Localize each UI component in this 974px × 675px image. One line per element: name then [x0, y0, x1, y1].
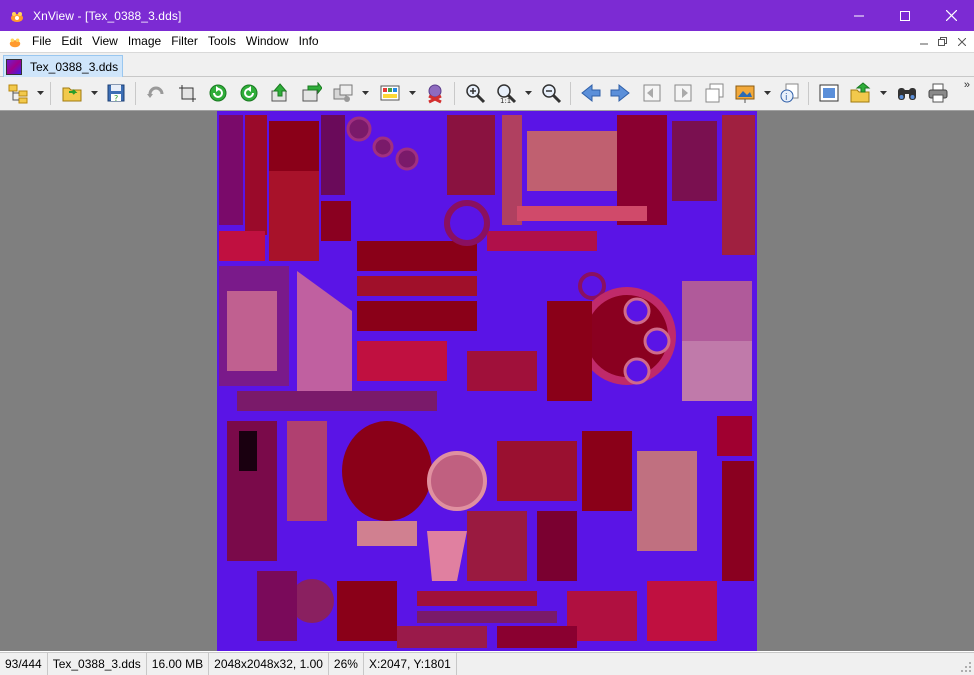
maximize-button[interactable] [882, 0, 928, 31]
toolbar-separator [454, 82, 455, 105]
status-dimensions: 2048x2048x32, 1.00 [209, 653, 329, 675]
first-page-icon[interactable] [640, 81, 664, 105]
batch-icon[interactable] [331, 81, 355, 105]
tab-bar: Tex_0388_3.dds [0, 52, 974, 78]
toolbar: ? 1:1 i » [0, 77, 974, 111]
fullscreen-icon[interactable] [817, 81, 841, 105]
svg-text:1:1: 1:1 [500, 97, 511, 104]
document-logo-icon[interactable] [7, 34, 23, 50]
zoom-actual-icon[interactable]: 1:1 [494, 81, 518, 105]
maximize-icon [900, 10, 910, 21]
status-bar: 93/444 Tex_0388_3.dds 16.00 MB 2048x2048… [0, 652, 974, 675]
mdi-minimize-button[interactable] [915, 34, 932, 49]
svg-text:i: i [785, 93, 788, 103]
status-filename: Tex_0388_3.dds [48, 653, 147, 675]
xnview-logo-icon [9, 8, 25, 24]
window-title: XnView - [Tex_0388_3.dds] [33, 8, 182, 23]
export-icon[interactable] [268, 81, 292, 105]
status-position: 93/444 [0, 653, 48, 675]
title-bar: XnView - [Tex_0388_3.dds] [0, 0, 974, 31]
close-icon [945, 10, 957, 21]
image-thumbnail-icon [6, 59, 22, 75]
last-page-icon[interactable] [671, 81, 695, 105]
palette-icon[interactable] [378, 81, 402, 105]
find-icon[interactable] [895, 81, 919, 105]
crop-icon[interactable] [175, 81, 199, 105]
toolbar-separator [50, 82, 51, 105]
image-viewer[interactable] [0, 111, 974, 651]
multipage-icon[interactable] [702, 81, 726, 105]
menu-file[interactable]: File [27, 31, 56, 52]
close-button[interactable] [928, 0, 974, 31]
dropdown-arrow-icon[interactable] [37, 91, 44, 97]
delete-icon[interactable] [423, 81, 447, 105]
resize-grip-icon[interactable] [960, 661, 972, 673]
minimize-icon [919, 43, 928, 44]
menu-bar: File Edit View Image Filter Tools Window… [0, 31, 974, 52]
print-icon[interactable] [926, 81, 950, 105]
close-icon [957, 37, 966, 46]
menu-edit[interactable]: Edit [56, 31, 87, 52]
mdi-restore-button[interactable] [934, 34, 951, 49]
texture-image[interactable] [217, 111, 757, 651]
menu-view[interactable]: View [87, 31, 123, 52]
undo-icon[interactable] [144, 81, 168, 105]
toolbar-separator [135, 82, 136, 105]
open-folder-icon[interactable] [60, 81, 84, 105]
menu-filter[interactable]: Filter [166, 31, 203, 52]
toolbar-separator [808, 82, 809, 105]
svg-text:?: ? [114, 94, 118, 103]
dropdown-arrow-icon[interactable] [525, 91, 532, 97]
rotate-right-icon[interactable] [237, 81, 261, 105]
dropdown-arrow-icon[interactable] [764, 91, 771, 97]
rotate-left-icon[interactable] [206, 81, 230, 105]
menu-image[interactable]: Image [123, 31, 166, 52]
status-filesize: 16.00 MB [147, 653, 210, 675]
menu-window[interactable]: Window [241, 31, 294, 52]
convert-icon[interactable] [299, 81, 323, 105]
dropdown-arrow-icon[interactable] [409, 91, 416, 97]
zoom-in-icon[interactable] [463, 81, 487, 105]
acquire-icon[interactable] [848, 81, 872, 105]
toolbar-separator [570, 82, 571, 105]
previous-icon[interactable] [579, 81, 603, 105]
restore-icon [938, 37, 947, 46]
dropdown-arrow-icon[interactable] [880, 91, 887, 97]
texture-atlas-image [217, 111, 757, 651]
menu-info[interactable]: Info [294, 31, 324, 52]
menu-tools[interactable]: Tools [203, 31, 241, 52]
save-icon[interactable]: ? [104, 81, 128, 105]
dropdown-arrow-icon[interactable] [362, 91, 369, 97]
status-zoom: 26% [329, 653, 364, 675]
status-coordinates: X:2047, Y:1801 [364, 653, 457, 675]
tab-label: Tex_0388_3.dds [30, 60, 119, 74]
zoom-out-icon[interactable] [539, 81, 563, 105]
browser-tree-icon[interactable] [6, 81, 30, 105]
dropdown-arrow-icon[interactable] [91, 91, 98, 97]
tab-image[interactable]: Tex_0388_3.dds [3, 55, 123, 78]
mdi-close-button[interactable] [953, 34, 970, 49]
minimize-button[interactable] [836, 0, 882, 31]
minimize-icon [854, 15, 864, 16]
slideshow-icon[interactable] [733, 81, 757, 105]
next-icon[interactable] [608, 81, 632, 105]
toolbar-overflow-icon[interactable]: » [964, 79, 970, 91]
properties-icon[interactable]: i [777, 81, 801, 105]
